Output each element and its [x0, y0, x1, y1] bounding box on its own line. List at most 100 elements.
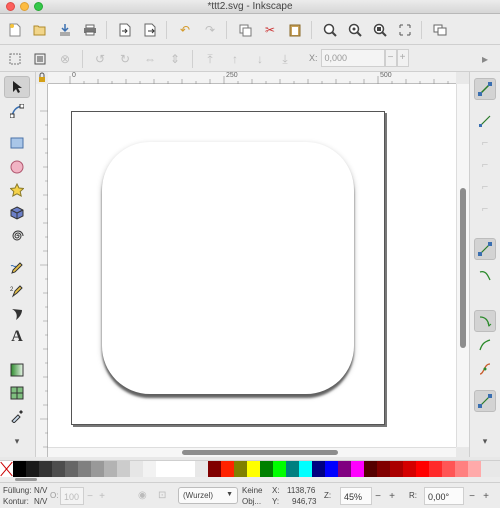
zoom-input[interactable]: 45%	[340, 487, 372, 505]
x-input[interactable]: 0,000	[320, 48, 385, 67]
toolbar-overflow-icon[interactable]: ▸	[475, 49, 495, 69]
snap-bbox-edges-icon[interactable]: ⌐	[474, 132, 496, 154]
rectangle-tool-icon[interactable]	[4, 132, 30, 154]
color-swatch[interactable]	[52, 461, 65, 477]
gradient-tool-icon[interactable]	[4, 359, 30, 381]
spiral-tool-icon[interactable]	[4, 225, 30, 247]
color-swatch[interactable]	[91, 461, 104, 477]
flip-horizontal-icon[interactable]: ⇔	[140, 49, 160, 69]
node-tool-icon[interactable]	[4, 100, 30, 122]
snap-bbox-corners-icon[interactable]: ⌐	[474, 154, 496, 176]
color-swatch[interactable]	[429, 461, 442, 477]
redo-icon[interactable]: ↷	[200, 20, 220, 40]
star-tool-icon[interactable]	[4, 179, 30, 201]
rotation-increment-button[interactable]: +	[480, 487, 492, 505]
flip-vertical-icon[interactable]: ⇕	[165, 49, 185, 69]
color-swatch[interactable]	[169, 461, 182, 477]
vertical-scroll-thumb[interactable]	[460, 188, 466, 348]
snap-bounding-box-icon[interactable]	[474, 110, 496, 132]
pencil-tool-icon[interactable]	[4, 257, 30, 279]
color-swatch[interactable]	[260, 461, 273, 477]
3d-box-tool-icon[interactable]	[4, 202, 30, 224]
lower-icon[interactable]: ↓	[250, 49, 270, 69]
opacity-increment-button[interactable]: +	[96, 487, 108, 505]
no-paint-swatch[interactable]	[0, 461, 13, 477]
select-all-icon[interactable]	[5, 49, 25, 69]
zoom-fit-selection-icon[interactable]	[320, 20, 340, 40]
raise-to-top-icon[interactable]: ⤒	[200, 49, 220, 69]
zoom-fit-page-icon[interactable]	[370, 20, 390, 40]
snap-paths-icon[interactable]	[474, 264, 496, 286]
rotation-input[interactable]: 0,00°	[424, 487, 464, 505]
color-swatch[interactable]	[26, 461, 39, 477]
export-icon[interactable]	[140, 20, 160, 40]
color-swatch[interactable]	[299, 461, 312, 477]
calligraphy-tool-icon[interactable]	[4, 303, 30, 325]
color-swatch[interactable]	[286, 461, 299, 477]
undo-icon[interactable]: ↶	[175, 20, 195, 40]
color-swatch[interactable]	[39, 461, 52, 477]
open-icon[interactable]	[30, 20, 50, 40]
color-swatch[interactable]	[13, 461, 26, 477]
horizontal-scrollbar[interactable]	[48, 447, 456, 457]
opacity-input[interactable]: 100	[60, 487, 84, 505]
snap-more-icon[interactable]: ▾	[474, 430, 496, 452]
snap-path-intersections-icon[interactable]	[474, 310, 496, 332]
color-swatch[interactable]	[156, 461, 169, 477]
rounded-rectangle-object[interactable]	[102, 142, 354, 394]
color-swatch[interactable]	[312, 461, 325, 477]
color-swatch[interactable]	[338, 461, 351, 477]
deselect-icon[interactable]: ⊗	[55, 49, 75, 69]
snap-cusp-nodes-icon[interactable]	[474, 334, 496, 356]
raise-icon[interactable]: ↑	[225, 49, 245, 69]
horizontal-scroll-thumb[interactable]	[182, 450, 338, 455]
layer-lock-icon[interactable]: ⊡	[158, 490, 166, 501]
color-swatch[interactable]	[130, 461, 143, 477]
palette-scroll-thumb[interactable]	[15, 478, 37, 481]
lower-to-bottom-icon[interactable]: ⤓	[275, 49, 295, 69]
snap-bbox-midpoints-icon[interactable]: ⌐	[474, 176, 496, 198]
paste-icon[interactable]	[285, 20, 305, 40]
color-swatch[interactable]	[351, 461, 364, 477]
opacity-decrement-button[interactable]: −	[84, 487, 96, 505]
text-tool-icon[interactable]: A	[4, 326, 30, 348]
color-swatch[interactable]	[247, 461, 260, 477]
save-icon[interactable]	[55, 20, 75, 40]
zoom-fit-width-icon[interactable]	[395, 20, 415, 40]
color-swatch[interactable]	[442, 461, 455, 477]
fill-value[interactable]: N/V	[34, 486, 47, 495]
rotate-cw-icon[interactable]: ↻	[115, 49, 135, 69]
rotation-decrement-button[interactable]: −	[466, 487, 478, 505]
rotate-ccw-icon[interactable]: ↺	[90, 49, 110, 69]
color-swatch[interactable]	[273, 461, 286, 477]
toolbox-more-icon[interactable]: ▾	[4, 430, 30, 452]
import-icon[interactable]	[115, 20, 135, 40]
vertical-scrollbar[interactable]	[456, 84, 469, 447]
selector-tool-icon[interactable]	[4, 76, 30, 98]
horizontal-ruler[interactable]: 0 250 500	[48, 72, 456, 84]
snap-toggle-icon[interactable]	[474, 78, 496, 100]
snap-bbox-centers-icon[interactable]: ⌐	[474, 198, 496, 220]
snap-smooth-nodes-icon[interactable]	[474, 358, 496, 380]
vertical-ruler[interactable]	[36, 84, 48, 457]
color-swatch[interactable]	[364, 461, 377, 477]
x-increment-button[interactable]: +	[396, 48, 409, 67]
color-swatch[interactable]	[455, 461, 468, 477]
color-swatch[interactable]	[104, 461, 117, 477]
color-swatch[interactable]	[468, 461, 481, 477]
color-swatch[interactable]	[182, 461, 195, 477]
color-swatch[interactable]	[377, 461, 390, 477]
current-layer-dropdown[interactable]: (Wurzel) ▼	[178, 487, 238, 504]
color-swatch[interactable]	[325, 461, 338, 477]
color-swatch[interactable]	[65, 461, 78, 477]
pen-tool-icon[interactable]: 2	[4, 280, 30, 302]
snap-others-icon[interactable]	[474, 390, 496, 412]
color-swatch[interactable]	[143, 461, 156, 477]
color-swatch[interactable]	[403, 461, 416, 477]
dropper-tool-icon[interactable]	[4, 405, 30, 427]
layer-visibility-icon[interactable]: ◉	[138, 490, 147, 501]
snap-nodes-icon[interactable]	[474, 238, 496, 260]
color-swatch[interactable]	[234, 461, 247, 477]
drawing-canvas[interactable]	[48, 84, 456, 447]
zoom-decrement-button[interactable]: −	[372, 487, 384, 505]
